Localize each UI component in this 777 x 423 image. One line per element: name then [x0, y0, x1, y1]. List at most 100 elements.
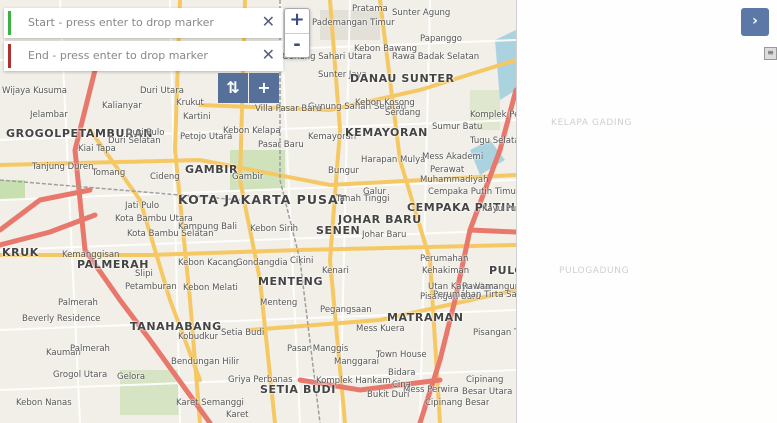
map-label: Kebon Melati	[183, 283, 238, 293]
swap-route-button[interactable]: ⇅	[218, 73, 248, 103]
map-label: GAMBIR	[185, 163, 239, 176]
zoom-out-button[interactable]: -	[285, 34, 309, 58]
map-label: Gondangdia	[236, 258, 288, 268]
map-label: Cipinang	[466, 375, 504, 385]
map-label: Kehakiman	[422, 266, 470, 276]
map-label: Rawamangun	[462, 282, 517, 292]
map-label: Pisangan Timur	[473, 328, 516, 338]
map-label: Bendungan Hilir	[171, 357, 240, 367]
map-label: Cikini	[290, 256, 314, 266]
map-label: Kebon Sirih	[250, 224, 299, 234]
map-label: DANAU SUNTER	[350, 72, 455, 85]
panel-toggle-button[interactable]: ›	[741, 8, 769, 36]
map-label: Kebon Kosong	[355, 98, 415, 108]
map-label: Pegangsaan	[320, 305, 372, 315]
map-label: Sunter Agung	[392, 8, 451, 18]
map-label: Pasar Manggis	[287, 344, 349, 354]
map-label: Pademangan Timur	[312, 18, 395, 28]
map-label: Johar Baru	[362, 230, 407, 240]
map-label: Krukut	[176, 98, 204, 108]
map-label: Gambir	[232, 172, 264, 182]
layers-icon[interactable]: ≡	[764, 47, 777, 60]
map-label: Kiai Tapa	[78, 144, 116, 154]
map-label: Tugu Selatan	[470, 136, 516, 146]
map-label: Gelora	[117, 372, 146, 382]
map-label: Slipi	[135, 269, 153, 279]
directions-panel: KELAPA GADING PULOGADUNG	[517, 0, 777, 423]
map-label: SETIA BUDI	[260, 383, 336, 396]
map-label: Wijaya Kusuma	[2, 86, 67, 96]
map-label: Perawat	[430, 165, 465, 175]
map-label: Kartini	[183, 112, 211, 122]
end-input[interactable]: End - press enter to drop marker	[28, 49, 208, 62]
add-waypoint-button[interactable]: +	[249, 73, 279, 103]
map-label: Jelambar	[30, 110, 68, 120]
map-label: Bidara	[388, 368, 416, 378]
map-label: Perumahan	[420, 254, 469, 264]
map-label: Jati Pulo	[125, 201, 160, 211]
map-label: Mess Akademi	[422, 152, 484, 162]
map-label: Kalianyar	[102, 101, 142, 111]
map-label: Bukit Duri	[367, 390, 410, 400]
map-label: Muhammadiyah	[420, 175, 489, 185]
map-label: Mess Kuera	[356, 324, 405, 334]
map-label: Setia Budi	[221, 328, 265, 338]
map-label: Town House	[376, 350, 427, 360]
map-label: Harapan Mulya	[361, 155, 426, 165]
map-label: Tomang	[92, 168, 126, 178]
map-label: Pratama	[352, 4, 388, 14]
map-label: Karet	[226, 410, 249, 420]
start-color-bar	[8, 11, 11, 35]
map-label: Manggarai	[334, 357, 379, 367]
start-input[interactable]: Start - press enter to drop marker	[28, 16, 214, 29]
map-label: Grogol Utara	[53, 370, 108, 380]
map-label: Cipinang Besar	[425, 398, 490, 408]
map-canvas[interactable]: Pratama Sunter Agung Pademangan Timur Gunun…	[0, 0, 517, 423]
map-label: Tanjung Duren	[32, 162, 94, 172]
map-label: Serdang	[385, 108, 421, 118]
map-label: Rawa Badak Selatan	[392, 52, 480, 62]
map-label: Duri Pulo	[126, 128, 165, 138]
map-label: Kobudkur	[178, 332, 219, 342]
map-label: MENTENG	[258, 275, 324, 288]
map-label: Kebon Kacang	[178, 258, 239, 268]
map-label: Duri Utara	[140, 86, 184, 96]
map-label: Kenari	[322, 266, 349, 276]
map-label: Villa Pasar Baru	[255, 104, 322, 114]
map-label: Pasar Baru	[258, 140, 304, 150]
map-label: Komplek Pemprov	[470, 110, 516, 120]
map-label: Menteng	[260, 298, 298, 308]
map-label: Cempaka Putih Timur	[428, 187, 517, 197]
map-label: Mess Perwira	[403, 385, 459, 395]
map-label: KEMAYORAN	[345, 126, 428, 139]
map-label: Palmerah	[58, 298, 98, 308]
map-label: KOTA JAKARTA PUSAT	[178, 192, 348, 207]
map-label: Beverly Residence	[22, 314, 101, 324]
end-input-box[interactable]: End - press enter to drop marker ✕	[4, 41, 283, 71]
map-label: Karet Semanggi	[176, 398, 244, 408]
map-label: Petamburan	[125, 282, 177, 292]
clear-start-button[interactable]: ✕	[262, 12, 275, 31]
map-label: SENEN	[316, 224, 361, 237]
map-label: Palmerah	[70, 344, 110, 354]
map-label: Besar Utara	[462, 387, 513, 397]
map-label: MATRAMAN	[387, 311, 464, 324]
map-label: Bungur	[328, 166, 359, 176]
map-label: Kayu Putih	[482, 204, 516, 214]
map-label: Sumur Batu	[432, 122, 483, 132]
end-color-bar	[8, 44, 11, 68]
zoom-in-button[interactable]: +	[285, 9, 309, 34]
map-label: Cideng	[150, 172, 180, 182]
start-input-box[interactable]: Start - press enter to drop marker ✕	[4, 8, 283, 38]
map-label: Kebon Kelapa	[223, 126, 281, 136]
map-label: Tanah Tinggi	[336, 194, 390, 204]
map-label: KRUK	[2, 246, 39, 259]
map-label: PULOGADUNG	[489, 264, 516, 277]
clear-end-button[interactable]: ✕	[262, 45, 275, 64]
panel-faded-label: PULOGADUNG	[559, 266, 630, 276]
map-label: Kebon Nanas	[16, 398, 72, 408]
map-label: Papanggo	[420, 34, 462, 44]
zoom-control: + -	[284, 8, 310, 58]
map-label: Kampung Bali	[178, 222, 237, 232]
panel-faded-label: KELAPA GADING	[551, 118, 633, 128]
